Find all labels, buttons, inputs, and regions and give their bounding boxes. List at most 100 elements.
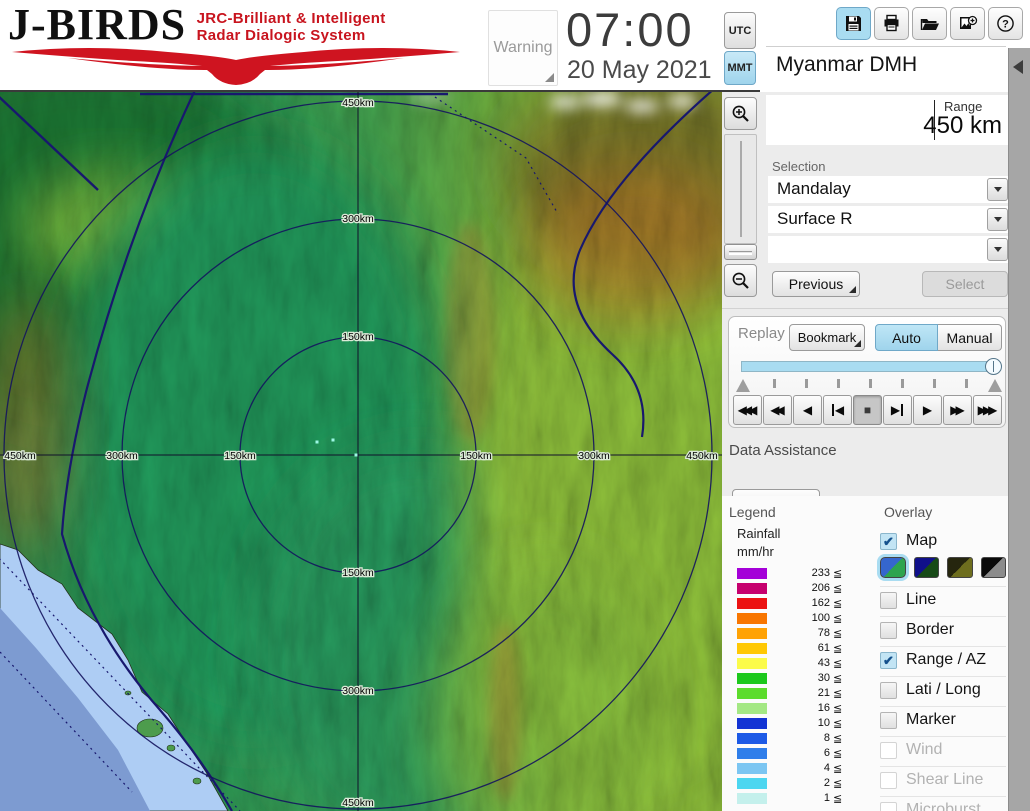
manual-mode-button[interactable]: Manual	[938, 324, 1002, 351]
legend-color-swatch	[737, 748, 767, 759]
overlay-item-label: Shear Line	[906, 771, 984, 788]
forward-fast-button[interactable]: ▶▶▶	[973, 395, 1002, 425]
overlay-item-marker[interactable]: Marker	[880, 706, 1006, 736]
map-style-black-grey[interactable]	[980, 557, 1006, 578]
forward-button[interactable]: ▶▶	[943, 395, 972, 425]
legend-value: 78	[817, 627, 830, 639]
checkbox-checked-icon[interactable]: ✔	[880, 652, 897, 669]
less-equal-symbol: ≦	[833, 733, 843, 745]
replay-slider-handle[interactable]	[985, 358, 1002, 375]
legend-row: 1 ≦	[737, 791, 847, 806]
legend-overlay-card: Legend Overlay Rainfall mm/hr 233 ≦ 206 ≦ 16…	[722, 496, 1008, 811]
legend-color-swatch	[737, 703, 767, 714]
overlay-item-map[interactable]: ✔ Map	[880, 528, 1006, 554]
rewind-fast-button[interactable]: ◀◀◀	[733, 395, 762, 425]
step-forward-button[interactable]: ▶	[883, 395, 912, 425]
less-equal-symbol: ≦	[833, 673, 843, 685]
warning-button[interactable]: Warning	[488, 10, 558, 86]
overlay-item-line[interactable]: Line	[880, 586, 1006, 616]
overlay-item-lati-long[interactable]: Lati / Long	[880, 676, 1006, 706]
add-image-button[interactable]	[950, 7, 985, 40]
checkbox-icon[interactable]	[880, 742, 897, 759]
print-icon	[884, 14, 899, 32]
bookmark-button[interactable]: Bookmark	[789, 324, 865, 351]
overlay-item-wind[interactable]: Wind	[880, 736, 1006, 766]
dropdown-arrow-icon[interactable]	[987, 208, 1008, 231]
open-file-button[interactable]	[912, 7, 947, 40]
checkbox-icon[interactable]	[880, 682, 897, 699]
legend-color-swatch	[737, 793, 767, 804]
legend-row: 2 ≦	[737, 776, 847, 791]
legend-title-rainfall: Rainfall	[737, 526, 781, 541]
overlay-item-shear-line[interactable]: Shear Line	[880, 766, 1006, 796]
panel-edge-strip[interactable]	[1008, 48, 1030, 811]
overlay-item-label: Map	[906, 532, 938, 549]
legend-color-swatch	[737, 613, 767, 624]
selection-dropdown-1[interactable]: Mandalay	[768, 176, 1010, 203]
overlay-options: ✔ Map Line Border ✔ Range / AZ Lati / Long Mark…	[880, 528, 1006, 811]
play-forward-button[interactable]: ▶	[913, 395, 942, 425]
overlay-item-label: Line	[906, 591, 937, 608]
select-button[interactable]: Select	[922, 271, 1008, 297]
zoom-slider-track[interactable]	[724, 134, 757, 244]
map-style-blue-green[interactable]	[880, 557, 906, 578]
radar-echo-dot	[354, 453, 358, 457]
legend-row: 61 ≦	[737, 641, 847, 656]
legend-color-swatch	[737, 763, 767, 774]
toolbar: ?	[836, 7, 1023, 40]
help-icon: ?	[997, 15, 1014, 32]
legend-value: 206	[811, 582, 830, 594]
range-ring-label: 150km	[342, 331, 374, 343]
less-equal-symbol: ≦	[833, 583, 843, 595]
legend-value: 233	[811, 567, 830, 579]
zoom-in-icon	[732, 105, 749, 122]
radar-map[interactable]: 150km 150km 150km 150km 300km 300km 300km 300km…	[0, 52, 845, 811]
overlay-item-border[interactable]: Border	[880, 616, 1006, 646]
collapse-panel-icon[interactable]	[1013, 60, 1023, 74]
checkbox-icon[interactable]	[880, 802, 897, 811]
zoom-in-button[interactable]	[724, 97, 757, 130]
legend-value: 43	[817, 657, 830, 669]
warning-label: Warning	[493, 39, 553, 56]
less-equal-symbol: ≦	[833, 613, 843, 625]
utc-button[interactable]: UTC	[724, 12, 756, 49]
checkbox-icon[interactable]	[880, 592, 897, 609]
dropdown-arrow-icon[interactable]	[987, 178, 1008, 201]
overlay-item-range-az[interactable]: ✔ Range / AZ	[880, 646, 1006, 676]
checkbox-checked-icon[interactable]: ✔	[880, 533, 897, 550]
help-button[interactable]: ?	[988, 7, 1023, 40]
play-backward-button[interactable]: ◀	[793, 395, 822, 425]
checkbox-icon[interactable]	[880, 622, 897, 639]
range-value: 450 km	[923, 112, 1002, 139]
clock-date: 20 May 2021	[567, 56, 712, 84]
site-name: Myanmar DMH	[776, 53, 918, 76]
logo-title: J-BIRDS	[8, 0, 187, 49]
zoom-out-button[interactable]	[724, 264, 757, 297]
save-button[interactable]	[836, 7, 871, 40]
mmt-button[interactable]: MMT	[724, 51, 756, 85]
step-backward-button[interactable]: ◀	[823, 395, 852, 425]
legend-row: 162 ≦	[737, 596, 847, 611]
previous-button[interactable]: Previous	[772, 271, 860, 297]
selection-dropdown-2[interactable]: Surface R	[768, 206, 1010, 233]
replay-timeline-slider[interactable]	[741, 358, 1002, 375]
checkbox-icon[interactable]	[880, 712, 897, 729]
less-equal-symbol: ≦	[833, 598, 843, 610]
map-style-darkolive-olive[interactable]	[947, 557, 973, 578]
rewind-button[interactable]: ◀◀	[763, 395, 792, 425]
stop-button[interactable]: ■	[853, 395, 882, 425]
map-style-navy-darkgreen[interactable]	[913, 557, 939, 578]
legend-row: 6 ≦	[737, 746, 847, 761]
checkbox-icon[interactable]	[880, 772, 897, 789]
legend-color-swatch	[737, 598, 767, 609]
rainfall-legend: 233 ≦ 206 ≦ 162 ≦ 100 ≦ 78 ≦ 61 ≦ 43 ≦ 30 ≦ 21 ≦ 16 ≦ 10 ≦ 8 ≦ 6…	[737, 566, 847, 806]
selection-dropdown-3[interactable]	[768, 236, 1010, 263]
eagle-logo-icon	[12, 48, 460, 85]
print-button[interactable]	[874, 7, 909, 40]
legend-row: 43 ≦	[737, 656, 847, 671]
overlay-item-microburst[interactable]: Microburst	[880, 796, 1006, 811]
zoom-slider-handle[interactable]	[724, 244, 757, 260]
legend-row: 16 ≦	[737, 701, 847, 716]
dropdown-arrow-icon[interactable]	[987, 238, 1008, 261]
auto-mode-button[interactable]: Auto	[875, 324, 938, 351]
